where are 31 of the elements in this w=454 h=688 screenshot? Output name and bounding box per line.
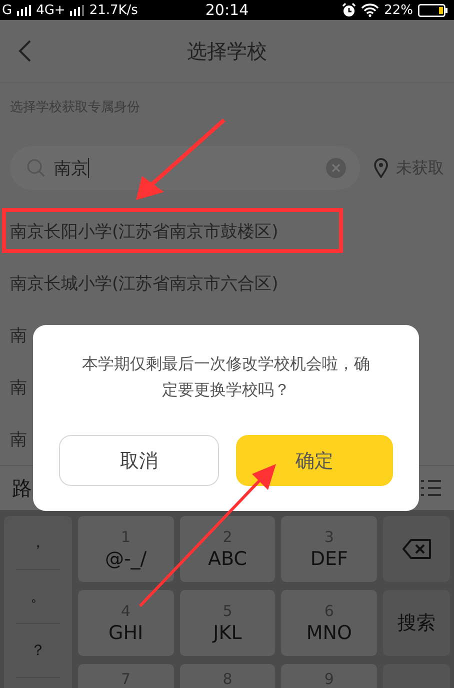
location-pin-icon[interactable]: [374, 158, 388, 178]
school-result[interactable]: 南: [10, 428, 27, 450]
signal-icon: [17, 4, 32, 16]
symbol-key[interactable]: ，: [16, 516, 60, 570]
signal-icon: [70, 4, 84, 16]
symbol-key[interactable]: ？: [16, 624, 60, 678]
symbol-key[interactable]: 。: [16, 570, 60, 624]
search-key[interactable]: 搜索: [383, 590, 450, 656]
battery-icon: [418, 4, 448, 16]
list-icon[interactable]: [420, 478, 442, 498]
backspace-key[interactable]: [383, 516, 450, 582]
network-label: 4G+: [36, 2, 66, 18]
backspace-icon: [402, 538, 432, 560]
signal-label: G: [2, 2, 12, 18]
alarm-icon: [342, 3, 356, 17]
dialog-message: 本学期仅剩最后一次修改学校机会啦，确定要更换学校吗？: [81, 353, 371, 401]
school-result[interactable]: 南京长城小学(江苏省南京市六合区): [10, 272, 278, 294]
school-result[interactable]: 南京长阳小学(江苏省南京市鼓楼区): [10, 220, 278, 242]
school-result[interactable]: 南: [10, 376, 27, 398]
clock: 20:14: [205, 1, 249, 19]
battery-percent: 22%: [384, 2, 413, 18]
wifi-icon: [361, 3, 380, 17]
school-result[interactable]: 南: [10, 324, 27, 346]
cancel-button[interactable]: 取消: [59, 435, 218, 486]
search-field[interactable]: 南京: [10, 146, 360, 190]
network-speed: 21.7K/s: [89, 2, 138, 18]
clear-icon[interactable]: [326, 158, 346, 178]
confirm-button[interactable]: 确定: [236, 435, 393, 486]
page-title: 选择学校: [187, 38, 267, 64]
candidate-word[interactable]: 路: [12, 474, 32, 502]
back-icon[interactable]: [18, 40, 32, 62]
